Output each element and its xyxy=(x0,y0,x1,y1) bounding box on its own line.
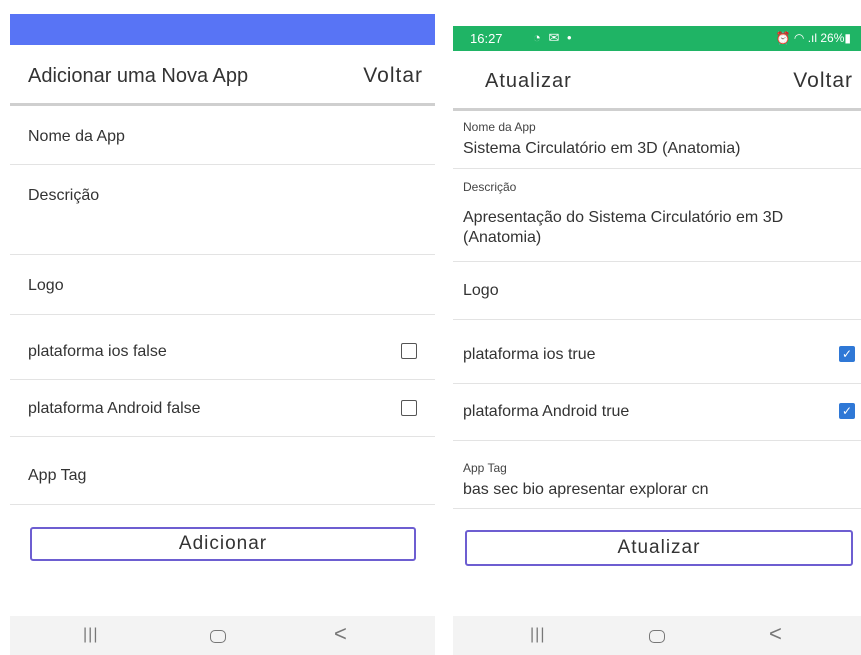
name-field-value: Sistema Circulatório em 3D (Anatomia) xyxy=(463,140,741,157)
android-checkbox[interactable] xyxy=(401,400,417,416)
notification-icons: ◔ ✉ • xyxy=(533,30,574,45)
back-button[interactable]: Voltar xyxy=(793,69,853,93)
app-tag-field-value: bas sec bio apresentar explorar cn xyxy=(463,481,709,498)
recent-apps-icon[interactable]: ||| xyxy=(83,626,98,644)
ios-checkbox-checked[interactable]: ✓ xyxy=(839,346,855,362)
ios-checkbox[interactable] xyxy=(401,343,417,359)
name-field[interactable]: Nome da App xyxy=(10,106,435,165)
description-field-placeholder: Descrição xyxy=(28,187,100,204)
name-field-label: Nome da App xyxy=(463,120,536,134)
app-tag-field-placeholder: App Tag xyxy=(28,467,87,484)
logo-field[interactable]: Logo xyxy=(453,262,861,320)
description-field-value: Apresentação do Sistema Circulatório em … xyxy=(463,209,784,246)
status-bar: 16:27 ◔ ✉ • ⏰ ◠ .ıl 26%▮ xyxy=(453,26,861,51)
app-tag-field-label: App Tag xyxy=(463,461,507,475)
logo-field-placeholder: Logo xyxy=(463,282,499,299)
system-nav-bar: ||| < xyxy=(10,616,435,655)
ios-platform-row[interactable]: plataforma ios true ✓ xyxy=(453,320,861,384)
app-tag-field[interactable]: App Tag bas sec bio apresentar explorar … xyxy=(453,441,861,509)
android-platform-label: plataforma Android true xyxy=(463,403,630,420)
add-button[interactable]: Adicionar xyxy=(30,527,416,561)
back-nav-icon[interactable]: < xyxy=(769,621,782,647)
description-field[interactable]: Descrição Apresentação do Sistema Circul… xyxy=(453,169,861,262)
home-icon[interactable] xyxy=(210,630,226,643)
ios-platform-row[interactable]: plataforma ios false xyxy=(10,315,435,380)
android-platform-row[interactable]: plataforma Android false xyxy=(10,380,435,437)
battery-signal-icons: ⏰ ◠ .ıl 26%▮ xyxy=(775,31,851,45)
page-title: Atualizar xyxy=(485,70,572,92)
update-button[interactable]: Atualizar xyxy=(465,530,853,566)
description-field-label: Descrição xyxy=(463,180,517,194)
android-platform-row[interactable]: plataforma Android true ✓ xyxy=(453,384,861,441)
left-phone-screen: Adicionar uma Nova App Voltar Nome da Ap… xyxy=(10,0,435,655)
page-title: Adicionar uma Nova App xyxy=(28,65,249,87)
app-bar: Atualizar Voltar xyxy=(453,52,861,111)
app-tag-field[interactable]: App Tag xyxy=(10,437,435,505)
logo-field-placeholder: Logo xyxy=(28,277,64,294)
back-nav-icon[interactable]: < xyxy=(334,621,347,647)
status-bar xyxy=(10,14,435,45)
status-time: 16:27 xyxy=(470,31,503,46)
name-field-placeholder: Nome da App xyxy=(28,128,125,145)
ios-platform-label: plataforma ios true xyxy=(463,346,596,363)
description-field[interactable]: Descrição xyxy=(10,165,435,255)
logo-field[interactable]: Logo xyxy=(10,255,435,315)
app-bar: Adicionar uma Nova App Voltar xyxy=(10,47,435,106)
android-platform-label: plataforma Android false xyxy=(28,400,201,417)
android-checkbox-checked[interactable]: ✓ xyxy=(839,403,855,419)
back-button[interactable]: Voltar xyxy=(363,64,423,88)
recent-apps-icon[interactable]: ||| xyxy=(530,626,545,644)
home-icon[interactable] xyxy=(649,630,665,643)
name-field[interactable]: Nome da App Sistema Circulatório em 3D (… xyxy=(453,111,861,169)
system-nav-bar: ||| < xyxy=(453,616,861,655)
ios-platform-label: plataforma ios false xyxy=(28,343,167,360)
right-phone-screen: 16:27 ◔ ✉ • ⏰ ◠ .ıl 26%▮ Atualizar Volta… xyxy=(453,0,861,655)
